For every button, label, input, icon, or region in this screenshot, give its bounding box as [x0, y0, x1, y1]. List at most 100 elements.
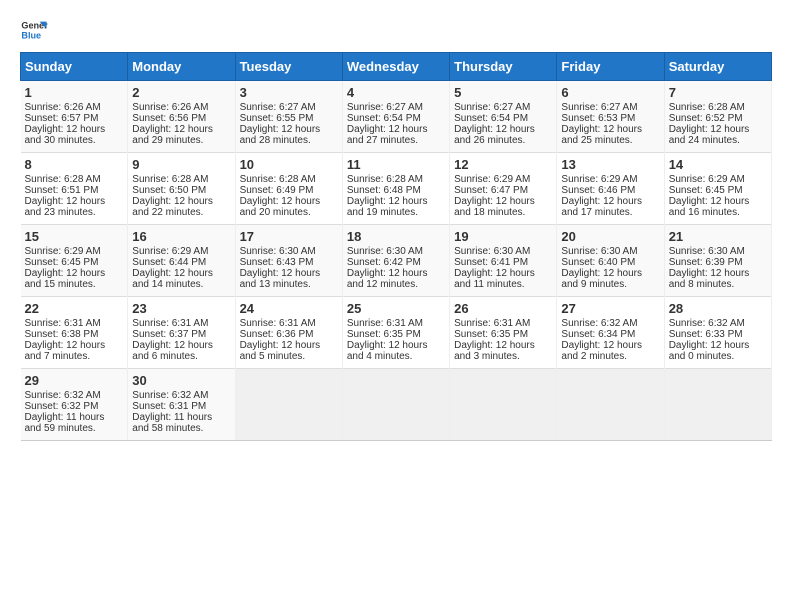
calendar-cell: 25Sunrise: 6:31 AMSunset: 6:35 PMDayligh…	[342, 297, 449, 369]
calendar-cell: 27Sunrise: 6:32 AMSunset: 6:34 PMDayligh…	[557, 297, 664, 369]
sunrise-text: Sunrise: 6:27 AM	[347, 102, 423, 113]
sunrise-text: Sunrise: 6:30 AM	[347, 246, 423, 257]
calendar-cell	[342, 369, 449, 441]
calendar-cell	[664, 369, 771, 441]
sunrise-text: Sunrise: 6:31 AM	[132, 318, 208, 329]
sunset-text: Sunset: 6:40 PM	[561, 257, 635, 268]
sunset-text: Sunset: 6:48 PM	[347, 185, 421, 196]
calendar-cell: 13Sunrise: 6:29 AMSunset: 6:46 PMDayligh…	[557, 153, 664, 225]
sunset-text: Sunset: 6:49 PM	[240, 185, 314, 196]
day-number: 15	[25, 229, 124, 244]
calendar-cell: 21Sunrise: 6:30 AMSunset: 6:39 PMDayligh…	[664, 225, 771, 297]
svg-text:Blue: Blue	[21, 30, 41, 40]
sunset-text: Sunset: 6:36 PM	[240, 329, 314, 340]
calendar-cell: 15Sunrise: 6:29 AMSunset: 6:45 PMDayligh…	[21, 225, 128, 297]
day-number: 20	[561, 229, 659, 244]
sunset-text: Sunset: 6:33 PM	[669, 329, 743, 340]
day-number: 21	[669, 229, 767, 244]
calendar-cell: 8Sunrise: 6:28 AMSunset: 6:51 PMDaylight…	[21, 153, 128, 225]
daylight-text: Daylight: 12 hours and 8 minutes.	[669, 268, 750, 290]
day-number: 25	[347, 301, 445, 316]
sunset-text: Sunset: 6:34 PM	[561, 329, 635, 340]
day-number: 1	[25, 85, 124, 100]
calendar-week-row: 15Sunrise: 6:29 AMSunset: 6:45 PMDayligh…	[21, 225, 772, 297]
day-number: 26	[454, 301, 552, 316]
sunrise-text: Sunrise: 6:32 AM	[25, 390, 101, 401]
calendar-table: SundayMondayTuesdayWednesdayThursdayFrid…	[20, 52, 772, 441]
sunrise-text: Sunrise: 6:27 AM	[561, 102, 637, 113]
calendar-cell: 24Sunrise: 6:31 AMSunset: 6:36 PMDayligh…	[235, 297, 342, 369]
day-number: 8	[25, 157, 124, 172]
sunrise-text: Sunrise: 6:30 AM	[561, 246, 637, 257]
daylight-text: Daylight: 12 hours and 17 minutes.	[561, 196, 642, 218]
sunset-text: Sunset: 6:45 PM	[25, 257, 99, 268]
daylight-text: Daylight: 12 hours and 24 minutes.	[669, 124, 750, 146]
daylight-text: Daylight: 12 hours and 19 minutes.	[347, 196, 428, 218]
day-number: 12	[454, 157, 552, 172]
sunrise-text: Sunrise: 6:32 AM	[132, 390, 208, 401]
sunrise-text: Sunrise: 6:29 AM	[454, 174, 530, 185]
sunset-text: Sunset: 6:37 PM	[132, 329, 206, 340]
calendar-cell: 30Sunrise: 6:32 AMSunset: 6:31 PMDayligh…	[128, 369, 235, 441]
sunset-text: Sunset: 6:35 PM	[454, 329, 528, 340]
sunset-text: Sunset: 6:44 PM	[132, 257, 206, 268]
calendar-cell: 14Sunrise: 6:29 AMSunset: 6:45 PMDayligh…	[664, 153, 771, 225]
calendar-week-row: 29Sunrise: 6:32 AMSunset: 6:32 PMDayligh…	[21, 369, 772, 441]
sunrise-text: Sunrise: 6:29 AM	[669, 174, 745, 185]
daylight-text: Daylight: 12 hours and 7 minutes.	[25, 340, 106, 362]
calendar-cell: 2Sunrise: 6:26 AMSunset: 6:56 PMDaylight…	[128, 81, 235, 153]
sunrise-text: Sunrise: 6:27 AM	[240, 102, 316, 113]
weekday-header-sunday: Sunday	[21, 53, 128, 81]
calendar-cell: 22Sunrise: 6:31 AMSunset: 6:38 PMDayligh…	[21, 297, 128, 369]
sunset-text: Sunset: 6:46 PM	[561, 185, 635, 196]
calendar-body: 1Sunrise: 6:26 AMSunset: 6:57 PMDaylight…	[21, 81, 772, 441]
sunset-text: Sunset: 6:32 PM	[25, 401, 99, 412]
sunset-text: Sunset: 6:57 PM	[25, 113, 99, 124]
daylight-text: Daylight: 12 hours and 30 minutes.	[25, 124, 106, 146]
day-number: 23	[132, 301, 230, 316]
daylight-text: Daylight: 12 hours and 16 minutes.	[669, 196, 750, 218]
day-number: 5	[454, 85, 552, 100]
calendar-cell: 23 Sunrise: 6:31 AMSunset: 6:37 PMDayligh…	[128, 297, 235, 369]
weekday-header-tuesday: Tuesday	[235, 53, 342, 81]
sunrise-text: Sunrise: 6:29 AM	[25, 246, 101, 257]
sunset-text: Sunset: 6:53 PM	[561, 113, 635, 124]
daylight-text: Daylight: 12 hours and 6 minutes.	[132, 340, 213, 362]
daylight-text: Daylight: 12 hours and 12 minutes.	[347, 268, 428, 290]
sunset-text: Sunset: 6:52 PM	[669, 113, 743, 124]
sunset-text: Sunset: 6:39 PM	[669, 257, 743, 268]
calendar-cell: 5Sunrise: 6:27 AMSunset: 6:54 PMDaylight…	[450, 81, 557, 153]
sunset-text: Sunset: 6:41 PM	[454, 257, 528, 268]
day-number: 24	[240, 301, 338, 316]
calendar-cell: 9Sunrise: 6:28 AMSunset: 6:50 PMDaylight…	[128, 153, 235, 225]
sunset-text: Sunset: 6:31 PM	[132, 401, 206, 412]
calendar-cell: 28Sunrise: 6:32 AMSunset: 6:33 PMDayligh…	[664, 297, 771, 369]
sunrise-text: Sunrise: 6:28 AM	[240, 174, 316, 185]
calendar-week-row: 1Sunrise: 6:26 AMSunset: 6:57 PMDaylight…	[21, 81, 772, 153]
sunset-text: Sunset: 6:50 PM	[132, 185, 206, 196]
sunset-text: Sunset: 6:38 PM	[25, 329, 99, 340]
calendar-week-row: 22Sunrise: 6:31 AMSunset: 6:38 PMDayligh…	[21, 297, 772, 369]
sunset-text: Sunset: 6:47 PM	[454, 185, 528, 196]
daylight-text: Daylight: 12 hours and 2 minutes.	[561, 340, 642, 362]
sunset-text: Sunset: 6:54 PM	[454, 113, 528, 124]
day-number: 7	[669, 85, 767, 100]
weekday-header-wednesday: Wednesday	[342, 53, 449, 81]
day-number: 18	[347, 229, 445, 244]
day-number: 30	[132, 373, 230, 388]
calendar-cell: 12 Sunrise: 6:29 AMSunset: 6:47 PMDayligh…	[450, 153, 557, 225]
calendar-cell: 4Sunrise: 6:27 AMSunset: 6:54 PMDaylight…	[342, 81, 449, 153]
daylight-text: Daylight: 12 hours and 0 minutes.	[669, 340, 750, 362]
sunrise-text: Sunrise: 6:31 AM	[454, 318, 530, 329]
calendar-cell: 26Sunrise: 6:31 AMSunset: 6:35 PMDayligh…	[450, 297, 557, 369]
sunset-text: Sunset: 6:55 PM	[240, 113, 314, 124]
daylight-text: Daylight: 12 hours and 20 minutes.	[240, 196, 321, 218]
calendar-header-row: SundayMondayTuesdayWednesdayThursdayFrid…	[21, 53, 772, 81]
logo-icon: General Blue	[20, 16, 48, 44]
daylight-text: Daylight: 12 hours and 28 minutes.	[240, 124, 321, 146]
calendar-cell: 29Sunrise: 6:32 AMSunset: 6:32 PMDayligh…	[21, 369, 128, 441]
day-number: 29	[25, 373, 124, 388]
daylight-text: Daylight: 12 hours and 18 minutes.	[454, 196, 535, 218]
sunrise-text: Sunrise: 6:29 AM	[132, 246, 208, 257]
day-number: 2	[132, 85, 230, 100]
